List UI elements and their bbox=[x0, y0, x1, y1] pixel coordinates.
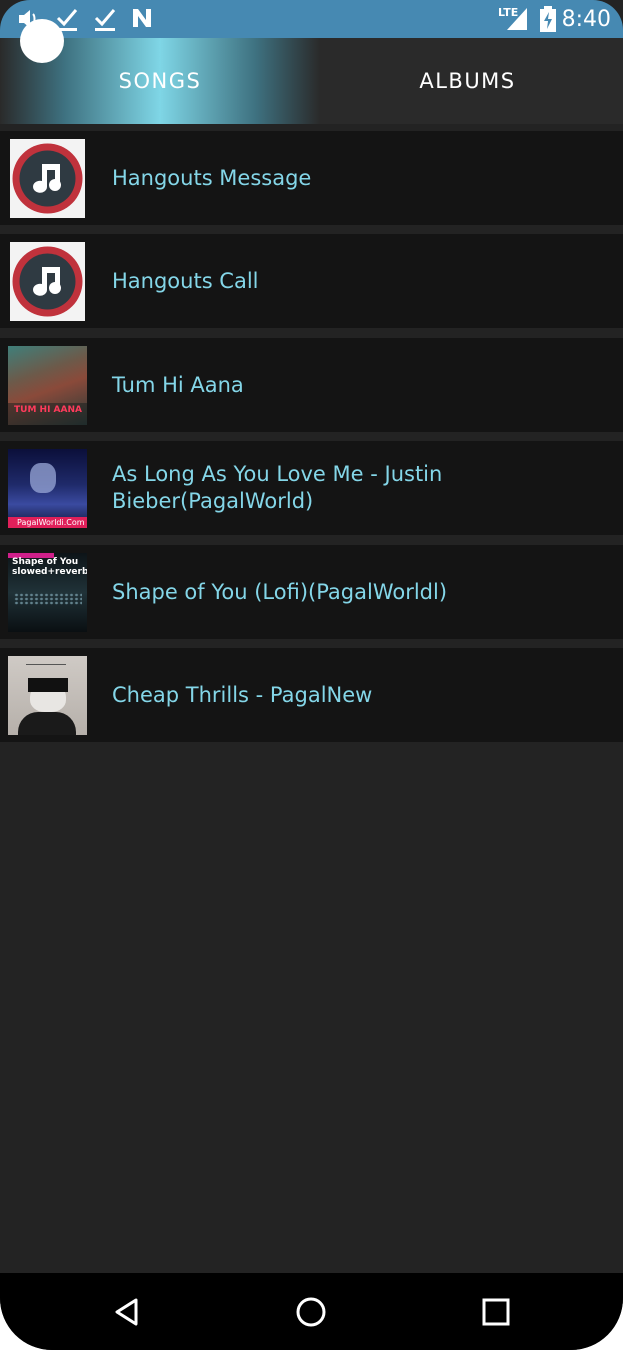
song-item[interactable]: Shape of You slowed+reverb Shape of You … bbox=[0, 545, 623, 639]
song-title: Tum Hi Aana bbox=[112, 372, 244, 397]
clock: 8:40 bbox=[561, 7, 611, 32]
song-item[interactable]: Hangouts Call bbox=[0, 234, 623, 328]
song-title: As Long As You Love Me - Justin Bieber(P… bbox=[112, 462, 443, 513]
album-art-text: PagalWorldi.Com bbox=[17, 518, 85, 527]
album-art bbox=[10, 242, 85, 321]
song-item[interactable]: Hangouts Message bbox=[0, 131, 623, 225]
tab-albums[interactable]: ALBUMS bbox=[312, 38, 623, 124]
album-art: Shape of You slowed+reverb bbox=[8, 553, 87, 632]
album-art-text: TUM HI AANA bbox=[14, 405, 82, 415]
album-art bbox=[8, 656, 87, 735]
check-icon bbox=[94, 9, 116, 31]
song-title: Shape of You (Lofi)(PagalWorldl) bbox=[112, 579, 448, 604]
signal-icon bbox=[507, 8, 527, 30]
music-note-icon bbox=[12, 246, 83, 317]
navigation-bar bbox=[0, 1273, 623, 1350]
album-art: PagalWorldi.Com bbox=[8, 449, 87, 528]
battery-charging-icon bbox=[540, 6, 556, 32]
tab-bar: SONGS ALBUMS bbox=[0, 38, 623, 124]
song-title: Hangouts Call bbox=[112, 268, 259, 293]
recents-icon[interactable] bbox=[482, 1298, 510, 1326]
album-art bbox=[10, 139, 85, 218]
song-item[interactable]: TUM HI AANA Tum Hi Aana bbox=[0, 338, 623, 432]
music-note-icon bbox=[12, 143, 83, 214]
album-art-text: Shape of You slowed+reverb bbox=[12, 557, 87, 577]
touch-indicator bbox=[20, 19, 64, 63]
back-icon[interactable] bbox=[112, 1297, 142, 1327]
status-bar: LTE 8:40 bbox=[0, 0, 623, 38]
app-screen: LTE 8:40 SONGS ALBUMS Hangouts Message H… bbox=[0, 0, 623, 1350]
home-icon[interactable] bbox=[295, 1296, 327, 1328]
song-title: Cheap Thrills - PagalNew bbox=[112, 682, 373, 707]
song-title: Hangouts Message bbox=[112, 165, 312, 190]
song-item[interactable]: PagalWorldi.Com As Long As You Love Me -… bbox=[0, 441, 623, 535]
album-art: TUM HI AANA bbox=[8, 346, 87, 425]
nfc-n-icon bbox=[133, 9, 151, 27]
song-item[interactable]: Cheap Thrills - PagalNew bbox=[0, 648, 623, 742]
